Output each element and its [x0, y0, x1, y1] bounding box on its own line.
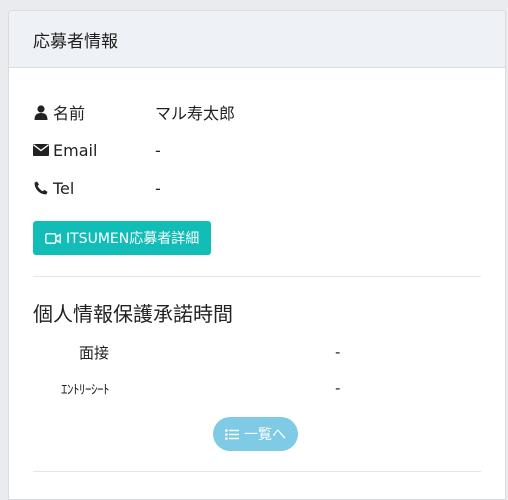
- back-to-list-label: 一覧へ: [244, 427, 286, 443]
- info-label-name: 名前: [53, 104, 86, 123]
- consent-row-interview: 面接 -: [9, 337, 505, 367]
- info-row-tel: Tel -: [33, 169, 235, 207]
- itsumen-detail-label: ITSUMEN応募者詳細: [66, 231, 200, 247]
- card-title: 応募者情報: [33, 31, 118, 52]
- info-row-name: 名前 マル寿太郎: [33, 93, 235, 131]
- consent-value-interview: -: [335, 343, 341, 361]
- back-to-list-button[interactable]: 一覧へ: [213, 417, 298, 451]
- list-icon: [225, 428, 239, 440]
- video-camera-icon: [45, 232, 61, 244]
- divider: [33, 276, 481, 277]
- consent-label-entry-sheet: ｴﾝﾄﾘｰｼｰﾄ: [61, 382, 110, 398]
- info-value-email: -: [155, 140, 161, 160]
- applicant-info-card: 応募者情報 名前 マル寿太郎 Email - Tel - ITSUMEN応募者詳…: [8, 10, 506, 500]
- consent-section-title: 個人情報保護承諾時間: [33, 302, 233, 326]
- consent-value-entry-sheet: -: [335, 379, 341, 397]
- divider: [33, 471, 481, 472]
- envelope-icon: [33, 142, 49, 158]
- info-value-tel: -: [155, 178, 161, 198]
- consent-row-entry-sheet: ｴﾝﾄﾘｰｼｰﾄ -: [9, 373, 505, 403]
- applicant-info-table: 名前 マル寿太郎 Email - Tel -: [33, 93, 235, 207]
- user-icon: [33, 104, 49, 120]
- info-value-name: マル寿太郎: [155, 104, 236, 123]
- phone-icon: [33, 180, 49, 196]
- info-label-tel: Tel: [53, 178, 75, 198]
- consent-label-interview: 面接: [79, 343, 110, 362]
- info-row-email: Email -: [33, 131, 235, 169]
- info-label-email: Email: [53, 140, 98, 160]
- itsumen-detail-button[interactable]: ITSUMEN応募者詳細: [33, 221, 212, 255]
- card-header: 応募者情報: [9, 11, 505, 68]
